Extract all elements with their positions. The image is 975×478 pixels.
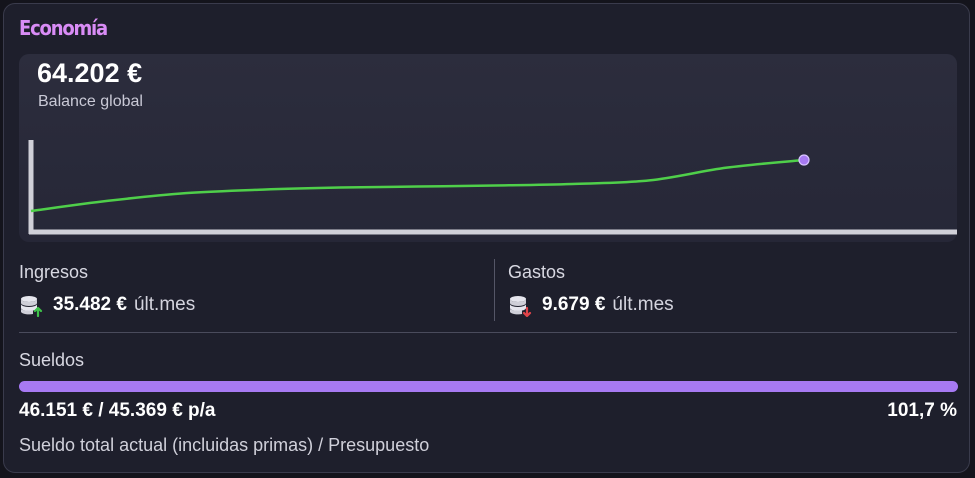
sueldos-caption: Sueldo total actual (incluidas primas) /… [19, 435, 430, 455]
gastos-label: Gastos [508, 262, 566, 282]
ingresos-stat: 35.482 € últ.mes [19, 293, 195, 317]
balance-series-line [30, 158, 805, 213]
stats-divider [494, 259, 495, 321]
section-divider [19, 332, 957, 333]
ingresos-label: Ingresos [19, 262, 89, 282]
sueldos-percent: 101,7 % [887, 400, 957, 421]
sueldos-label: Sueldos [19, 350, 85, 370]
coins-down-icon [510, 296, 532, 317]
sueldos-progress-fill [19, 381, 958, 392]
gastos-value: 9.679 € [542, 294, 606, 315]
sueldos-values: 46.151 € / 45.369 € p/a [19, 400, 216, 421]
card-title: Economía [19, 16, 108, 40]
ingresos-value: 35.482 € [53, 294, 127, 315]
gastos-stat: 9.679 € últ.mes [508, 293, 674, 317]
balance-line-chart [28, 140, 957, 235]
coins-up-icon [21, 296, 43, 317]
balance-end-point[interactable] [798, 154, 810, 166]
balance-chart-panel: 64.202 € Balance global [19, 54, 957, 242]
sueldos-progress-bar [19, 381, 958, 392]
ingresos-suffix: últ.mes [133, 294, 196, 315]
gastos-suffix: últ.mes [612, 294, 674, 315]
economia-card: Economía 64.202 € Balance global Ingreso… [3, 3, 970, 473]
